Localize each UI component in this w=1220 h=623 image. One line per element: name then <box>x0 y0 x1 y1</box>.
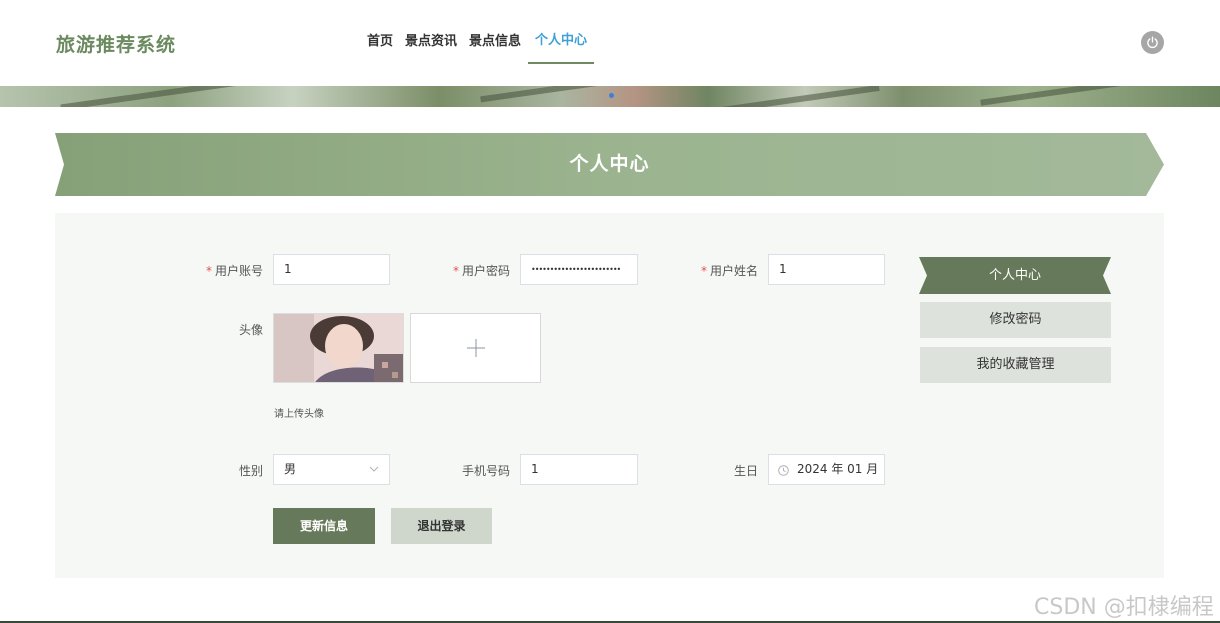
banner-image <box>0 86 1220 107</box>
phone-input[interactable]: 1 <box>520 454 638 485</box>
avatar-image[interactable] <box>273 313 404 383</box>
plus-icon <box>466 339 485 357</box>
chevron-down-icon <box>369 466 379 472</box>
nav-item-news[interactable]: 景点资讯 <box>400 0 462 64</box>
gender-select[interactable]: 男 <box>273 454 390 485</box>
gender-value: 男 <box>284 462 297 476</box>
nav-item-attractions[interactable]: 景点信息 <box>464 0 526 64</box>
password-label: * 用户密码 <box>452 264 510 278</box>
side-menu-item-profile-label: 个人中心 <box>988 268 1041 283</box>
phone-label: 手机号码 <box>461 464 510 478</box>
avatar-upload-button[interactable] <box>410 313 541 383</box>
side-menu-item-favorites[interactable]: 我的收藏管理 <box>920 347 1111 383</box>
birthday-picker[interactable]: 2024 年 01 月 <box>768 454 885 485</box>
logout-button[interactable]: 退出登录 <box>391 508 492 544</box>
avatar-upload-hint: 请上传头像 <box>274 409 324 420</box>
avatar-label: 头像 <box>238 323 263 337</box>
name-input[interactable]: 1 <box>768 254 885 285</box>
name-label: * 用户姓名 <box>700 264 758 278</box>
clock-icon <box>778 465 789 476</box>
gender-label: 性别 <box>238 464 263 478</box>
account-label: * 用户账号 <box>205 264 263 278</box>
account-input[interactable]: 1 <box>273 254 390 285</box>
main-nav: 首页 景点资讯 景点信息 个人中心 <box>362 0 596 64</box>
update-info-button[interactable]: 更新信息 <box>273 508 375 544</box>
nav-item-home[interactable]: 首页 <box>362 0 398 64</box>
power-icon[interactable] <box>1141 31 1164 54</box>
header: 旅游推荐系统 首页 景点资讯 景点信息 个人中心 <box>0 0 1220 86</box>
page-title: 个人中心 <box>569 153 650 175</box>
birthday-value: 2024 年 01 月 <box>797 462 879 476</box>
birthday-label: 生日 <box>733 464 758 478</box>
app-title: 旅游推荐系统 <box>56 34 177 56</box>
power-icon-glyph <box>1147 36 1158 49</box>
side-menu-item-change-password[interactable]: 修改密码 <box>920 302 1111 338</box>
page-title-ribbon: 个人中心 <box>55 133 1164 196</box>
carousel-indicator[interactable] <box>609 93 614 98</box>
side-menu-item-profile[interactable]: 个人中心 <box>919 257 1111 294</box>
watermark: CSDN @扣棣编程 <box>1034 595 1214 620</box>
nav-item-profile[interactable]: 个人中心 <box>528 0 595 64</box>
password-input[interactable]: •••••••••••••••••••••••• <box>520 254 638 285</box>
